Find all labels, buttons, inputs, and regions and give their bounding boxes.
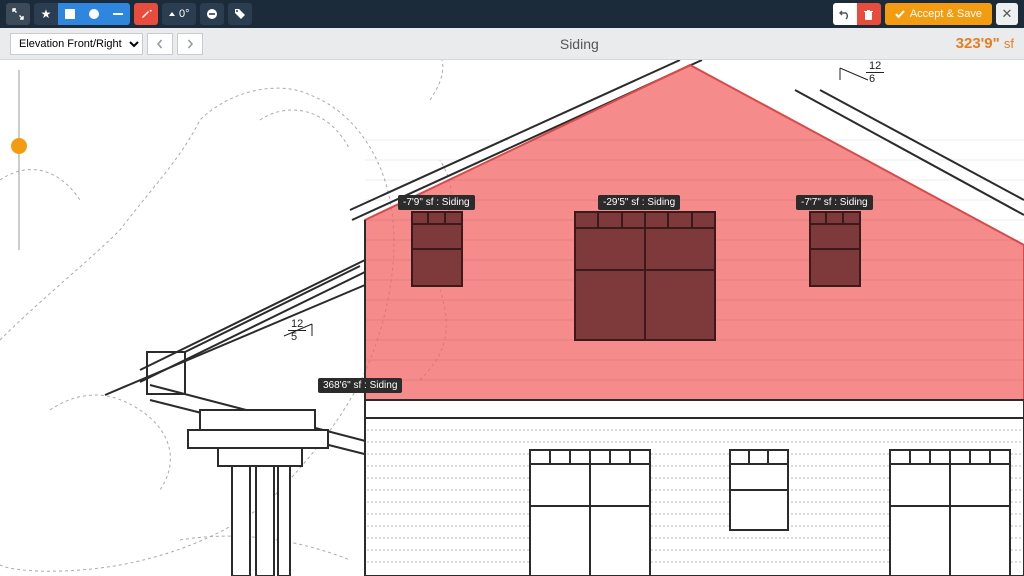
zoom-out-icon xyxy=(206,8,218,20)
square-icon xyxy=(65,9,75,19)
undo-icon xyxy=(839,8,851,20)
star-tool-button[interactable]: ★ xyxy=(34,3,58,25)
check-icon xyxy=(895,9,905,19)
tag-button[interactable] xyxy=(228,3,252,25)
annotation-label[interactable]: -7'7" sf : Siding xyxy=(796,195,873,210)
sub-toolbar: Elevation Front/Right Siding 323'9" sf xyxy=(0,28,1024,60)
expand-icon xyxy=(12,8,24,20)
tag-icon xyxy=(234,8,246,20)
delete-button[interactable] xyxy=(857,3,881,25)
zoom-out-button[interactable] xyxy=(200,3,224,25)
expand-button[interactable] xyxy=(6,3,30,25)
undo-delete-group xyxy=(833,3,881,25)
square-tool-button[interactable] xyxy=(58,3,82,25)
minus-icon xyxy=(113,13,123,15)
annotation-label[interactable]: -7'9" sf : Siding xyxy=(398,195,475,210)
pitch-marker-left: 12 5 xyxy=(288,318,306,343)
brush-icon xyxy=(140,8,152,20)
brush-tool-button[interactable] xyxy=(134,3,158,25)
chevron-left-icon xyxy=(156,39,164,49)
total-measurement: 323'9" sf xyxy=(956,35,1014,52)
close-icon: ✕ xyxy=(1002,6,1013,22)
circle-icon xyxy=(89,9,99,19)
accept-save-label: Accept & Save xyxy=(910,8,982,20)
star-icon: ★ xyxy=(41,7,52,21)
annotation-label[interactable]: -29'5" sf : Siding xyxy=(598,195,680,210)
main-toolbar: ★ 0° Accept & Save ✕ xyxy=(0,0,1024,28)
circle-tool-button[interactable] xyxy=(82,3,106,25)
measurement-unit: sf xyxy=(1004,36,1014,51)
line-tool-button[interactable] xyxy=(106,3,130,25)
trash-icon xyxy=(863,9,874,20)
chevron-right-icon xyxy=(186,39,194,49)
drawing-canvas[interactable]: 12 5 12 6 -7'9" sf : Siding -29'5" sf : … xyxy=(0,60,1024,576)
next-view-button[interactable] xyxy=(177,33,203,55)
undo-button[interactable] xyxy=(833,3,857,25)
annotation-label[interactable]: 368'6" sf : Siding xyxy=(318,378,402,393)
prev-view-button[interactable] xyxy=(147,33,173,55)
blueprint-drawing xyxy=(0,60,1024,576)
angle-button[interactable]: 0° xyxy=(162,3,196,25)
close-button[interactable]: ✕ xyxy=(996,3,1018,25)
shape-tool-group: ★ xyxy=(34,3,130,25)
page-title: Siding xyxy=(203,36,956,52)
view-select[interactable]: Elevation Front/Right xyxy=(10,33,143,55)
angle-up-icon xyxy=(168,10,176,18)
accept-save-button[interactable]: Accept & Save xyxy=(885,3,992,25)
measurement-value: 323'9" xyxy=(956,35,1000,52)
pitch-marker-right: 12 6 xyxy=(866,60,884,85)
angle-value: 0° xyxy=(179,8,190,20)
